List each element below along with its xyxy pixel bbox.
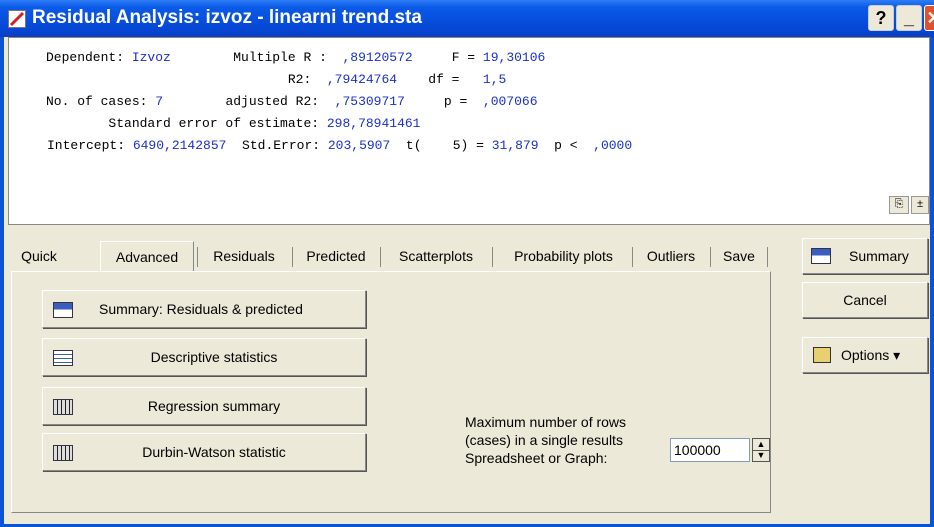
button-label: Regression summary bbox=[147, 398, 281, 414]
tab-separator bbox=[292, 247, 293, 267]
tab-separator bbox=[632, 247, 633, 267]
button-label: Cancel bbox=[843, 292, 887, 308]
tab-save[interactable]: Save bbox=[713, 243, 765, 269]
title-bar[interactable]: Residual Analysis: izvoz - linearni tren… bbox=[0, 0, 934, 37]
tab-separator bbox=[492, 247, 493, 267]
button-label: Summary: Residuals & predicted bbox=[99, 301, 303, 317]
tab-separator bbox=[380, 247, 381, 267]
output-line-5: Intercept: 6490,2142857 Std.Error: 203,5… bbox=[47, 138, 633, 153]
app-icon bbox=[8, 10, 26, 28]
button-label: Durbin-Watson statistic bbox=[142, 444, 286, 460]
button-label: Descriptive statistics bbox=[150, 349, 278, 365]
max-rows-spinner[interactable]: ▲ ▼ bbox=[752, 438, 770, 462]
max-rows-label: Maximum number of rows (cases) in a sing… bbox=[465, 413, 626, 467]
output-line-1: Dependent: Izvoz Multiple R : ,89120572 … bbox=[46, 50, 546, 65]
tab-scatterplots[interactable]: Scatterplots bbox=[383, 243, 489, 269]
cancel-button[interactable]: Cancel bbox=[802, 282, 928, 318]
copy-icon[interactable]: ⎘ bbox=[889, 196, 909, 214]
close-button[interactable]: ✕ bbox=[924, 5, 934, 31]
expand-icon[interactable]: ± bbox=[911, 196, 929, 214]
tab-predicted[interactable]: Predicted bbox=[295, 243, 377, 269]
window-title: Residual Analysis: izvoz - linearni tren… bbox=[32, 7, 422, 28]
help-button[interactable]: ? bbox=[868, 5, 894, 31]
summary-table-icon bbox=[53, 302, 73, 318]
results-output-panel: Dependent: Izvoz Multiple R : ,89120572 … bbox=[8, 37, 930, 225]
max-rows-label-line: Maximum number of rows bbox=[465, 414, 627, 430]
spin-down-icon[interactable]: ▼ bbox=[753, 450, 769, 461]
options-icon bbox=[813, 347, 831, 363]
output-line-2: R2: ,79424764 df = 1,5 bbox=[46, 72, 507, 87]
tab-separator bbox=[710, 247, 711, 267]
descriptive-statistics-button[interactable]: Descriptive statistics bbox=[42, 338, 366, 376]
tab-quick[interactable]: Quick bbox=[12, 243, 66, 269]
summary-table-icon bbox=[811, 248, 831, 264]
tab-probability-plots[interactable]: Probability plots bbox=[495, 243, 632, 269]
summary-residuals-predicted-button[interactable]: Summary: Residuals & predicted bbox=[42, 290, 366, 328]
max-rows-input[interactable]: 100000 bbox=[670, 438, 750, 462]
tab-residuals[interactable]: Residuals bbox=[200, 243, 288, 269]
output-line-3: No. of cases: 7 adjusted R2: ,75309717 p… bbox=[46, 94, 538, 109]
tab-separator bbox=[197, 247, 198, 267]
button-label: Options ▾ bbox=[841, 346, 901, 363]
residual-analysis-window: Residual Analysis: izvoz - linearni tren… bbox=[0, 0, 934, 527]
summary-button[interactable]: Summary bbox=[802, 238, 928, 274]
tab-advanced[interactable]: Advanced bbox=[100, 241, 194, 272]
regression-summary-button[interactable]: Regression summary bbox=[42, 387, 366, 425]
options-button[interactable]: Options ▾ bbox=[802, 337, 928, 373]
max-rows-label-line: (cases) in a single results bbox=[465, 432, 623, 448]
output-line-4: Standard error of estimate: 298,78941461 bbox=[46, 116, 421, 131]
button-label: Summary bbox=[849, 248, 909, 264]
durbin-watson-button[interactable]: Durbin-Watson statistic bbox=[42, 433, 366, 471]
tab-outliers[interactable]: Outliers bbox=[635, 243, 707, 269]
max-rows-label-line: Spreadsheet or Graph: bbox=[465, 450, 608, 466]
tab-separator bbox=[767, 247, 768, 267]
minimize-button[interactable]: _ bbox=[896, 5, 922, 31]
